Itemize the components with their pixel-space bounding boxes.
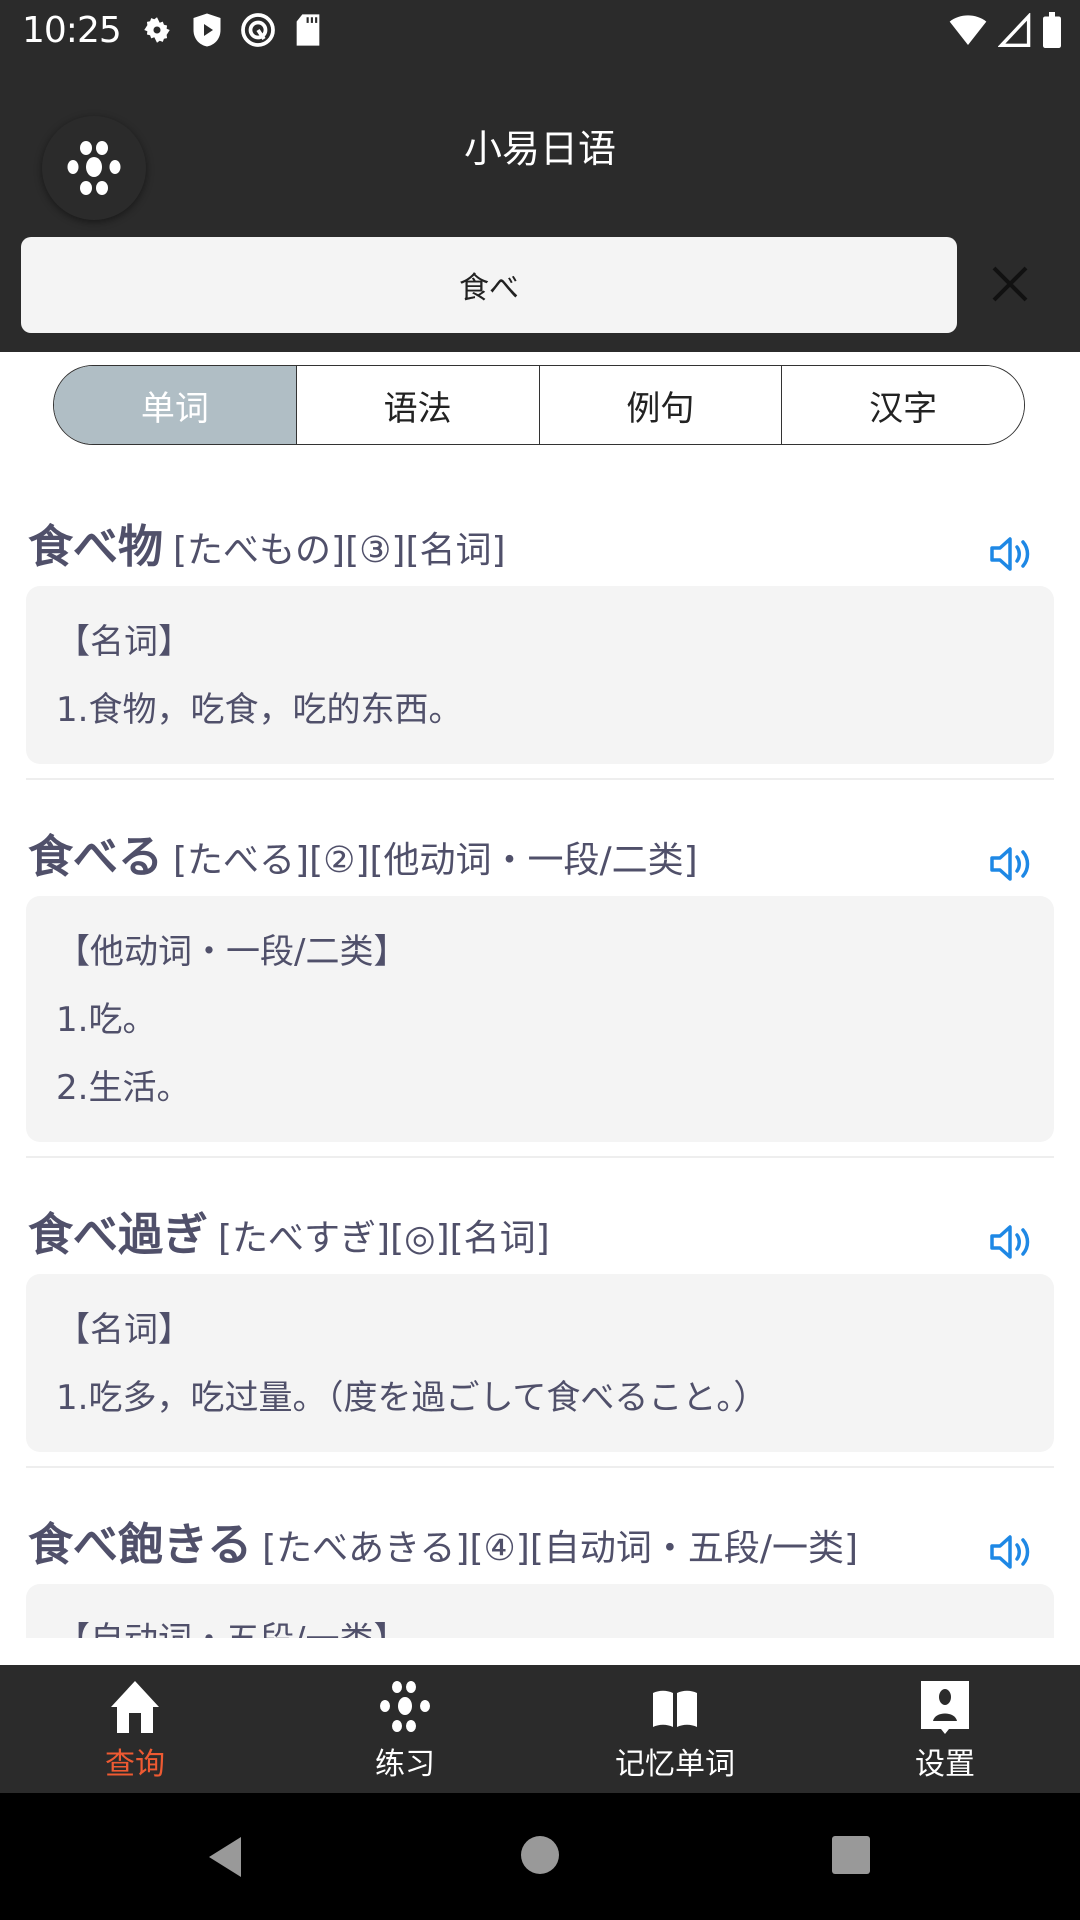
nav-memorize-words[interactable]: 记忆单词: [540, 1665, 810, 1793]
entry-reading: [たべもの][③][名词]: [173, 530, 506, 571]
bottom-nav: 查询 练习 记忆单词 设置: [0, 1665, 1080, 1793]
home-circle-icon[interactable]: [520, 1835, 560, 1875]
definition-box: 【名词】 1.吃多，吃过量。（度を過ごして食べること。）: [26, 1274, 1054, 1452]
definition-box: 【他动词・一段/二类】 1.吃。 2.生活。: [26, 896, 1054, 1142]
entry-word: 食べ物: [28, 520, 164, 573]
app-title: 小易日语: [463, 127, 616, 171]
clear-search-button[interactable]: [984, 258, 1036, 310]
tab-words[interactable]: 单词: [54, 366, 296, 444]
dots-cluster-icon: [380, 1681, 430, 1732]
word-entry[interactable]: 食べる [たべる][②][他动词・一段/二类] 【他动词・一段/二类】 1.吃。 …: [0, 780, 1080, 1142]
at-sign-icon: [241, 13, 275, 47]
part-of-speech: 【名词】: [56, 622, 192, 662]
definition-item: 1.食物，吃食，吃的东西。: [56, 690, 463, 730]
home-icon: [111, 1681, 159, 1733]
nav-label: 查询: [105, 1747, 165, 1782]
recents-icon[interactable]: [831, 1835, 871, 1875]
nav-practice[interactable]: 练习: [270, 1665, 540, 1793]
nav-label: 练习: [375, 1747, 435, 1782]
gear-icon: [144, 17, 170, 43]
entry-word: 食べ過ぎ: [28, 1208, 209, 1261]
battery-icon: [1043, 12, 1061, 48]
entry-reading: [たべすぎ][◎][名词]: [218, 1218, 550, 1259]
nav-search[interactable]: 查询: [0, 1665, 270, 1793]
app-header: 小易日语: [0, 64, 1080, 352]
speaker-icon[interactable]: [986, 840, 1034, 888]
status-time: 10:25: [22, 10, 122, 51]
wifi-icon: [949, 15, 987, 45]
entry-word: 食べ飽きる: [28, 1518, 253, 1571]
entry-reading: [たべあきる][④][自动词・五段/一类]: [262, 1528, 859, 1569]
part-of-speech: 【名词】: [56, 1310, 192, 1350]
system-nav-bar: [0, 1793, 1080, 1920]
tab-kanji[interactable]: 汉字: [781, 366, 1024, 444]
search-input[interactable]: [21, 237, 957, 333]
user-card-icon: [921, 1681, 969, 1734]
speaker-icon[interactable]: [986, 1218, 1034, 1266]
word-entry[interactable]: 食べ過ぎ [たべすぎ][◎][名词] 【名词】 1.吃多，吃过量。（度を過ごして食…: [0, 1158, 1080, 1452]
back-icon[interactable]: [205, 1835, 245, 1879]
results-list[interactable]: 食べ物 [たべもの][③][名词] 【名词】 1.食物，吃食，吃的东西。 食べる[…: [0, 470, 1080, 1638]
nav-label: 设置: [915, 1747, 975, 1782]
entry-reading: [たべる][②][他动词・一段/二类]: [173, 840, 698, 881]
sd-card-icon: [296, 14, 320, 46]
close-icon: [992, 266, 1028, 302]
part-of-speech: 【自动词・五段/一类】: [56, 1606, 1024, 1638]
nav-settings[interactable]: 设置: [810, 1665, 1080, 1793]
tab-examples[interactable]: 例句: [538, 366, 782, 444]
search-type-tabs: 单词 语法 例句 汉字: [53, 365, 1025, 445]
nav-label: 记忆单词: [615, 1747, 735, 1782]
definition-box: 【名词】 1.食物，吃食，吃的东西。: [26, 586, 1054, 764]
book-icon: [653, 1690, 697, 1727]
speaker-icon[interactable]: [986, 1528, 1034, 1576]
part-of-speech: 【他动词・一段/二类】: [56, 932, 408, 972]
tab-grammar[interactable]: 语法: [295, 366, 539, 444]
signal-icon: [998, 13, 1031, 47]
word-entry[interactable]: 食べ物 [たべもの][③][名词] 【名词】 1.食物，吃食，吃的东西。: [0, 470, 1080, 764]
definition-box: 【自动词・五段/一类】 1.吃腻，吃厌，吃够。（何度も食べて。たっぷり食べ: [26, 1584, 1054, 1638]
definition-item: 1.吃。: [56, 1000, 157, 1040]
status-bar: 10:25: [0, 0, 1080, 64]
entry-word: 食べる: [28, 830, 164, 883]
speaker-icon[interactable]: [986, 530, 1034, 578]
shield-play-icon: [193, 13, 221, 47]
word-entry[interactable]: 食べ飽きる[たべあきる][④][自动词・五段/一类] 【自动词・五段/一类】 1…: [0, 1468, 1080, 1638]
definition-item: 2.生活。: [56, 1068, 191, 1108]
definition-item: 1.吃多，吃过量。（度を過ごして食べること。）: [56, 1378, 768, 1418]
